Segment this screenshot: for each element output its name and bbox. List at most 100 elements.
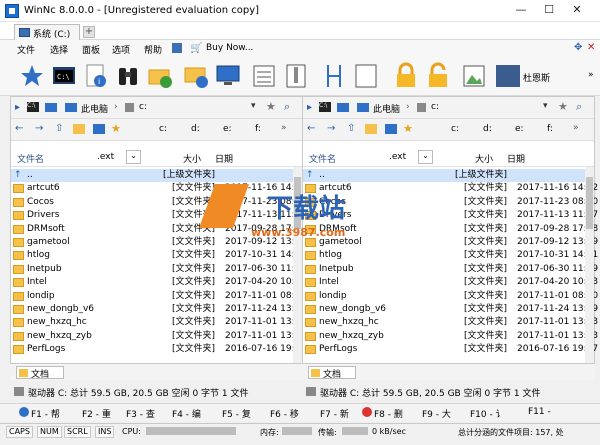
f6-button[interactable]: F6 - 移 <box>270 407 299 420</box>
right-search-icon[interactable]: ⌕ <box>576 100 582 114</box>
right-file-row[interactable]: new_hxzq_zyb [文文件夹] 2017-11-01 13:13 <box>303 330 598 343</box>
left-drive-f[interactable]: f: <box>255 124 261 134</box>
right-up-icon[interactable]: ⇧ <box>347 123 355 134</box>
close-panel-icon[interactable]: ✕ <box>587 42 595 53</box>
right-col-name[interactable]: 文件名 <box>309 152 336 165</box>
compare-icon[interactable] <box>250 62 278 90</box>
menu-file[interactable]: 文件 <box>17 43 35 56</box>
menu-select[interactable]: 选择 <box>50 43 68 56</box>
add-tab-button[interactable]: + <box>83 26 95 38</box>
left-scroll-thumb[interactable] <box>294 177 301 229</box>
split-vertical-icon[interactable] <box>320 62 348 90</box>
left-star-icon[interactable]: ★ <box>111 122 121 135</box>
left-dropdown-icon[interactable]: ▾ <box>251 101 256 111</box>
menu-buy-now[interactable]: Buy Now... <box>206 43 253 53</box>
left-scrollbar[interactable] <box>293 167 302 363</box>
right-path-pc[interactable]: 此电脑 <box>373 102 400 115</box>
left-ext-dropdown-icon[interactable]: ⌄ <box>126 150 141 164</box>
f8-button[interactable]: F8 - 删 <box>374 407 403 420</box>
close-button[interactable]: ✕ <box>566 2 588 18</box>
right-scrollbar[interactable] <box>585 167 594 363</box>
f3-button[interactable]: F3 - 查 <box>126 407 155 420</box>
right-drive-f[interactable]: f: <box>547 124 553 134</box>
right-star-icon[interactable]: ★ <box>403 122 413 135</box>
left-file-row[interactable]: Inetpub [文文件夹] 2017-06-30 11:19 <box>11 263 306 276</box>
f11-button[interactable]: F11 - <box>528 407 551 417</box>
right-file-row[interactable]: Intel [文文件夹] 2017-04-20 10:23 <box>303 276 598 289</box>
zip-icon[interactable] <box>282 62 310 90</box>
right-drive-c[interactable]: c: <box>451 124 459 134</box>
properties-icon[interactable]: i <box>82 62 110 90</box>
right-file-row[interactable]: PerfLogs [文文件夹] 2016-07-16 19:47 <box>303 343 598 356</box>
menu-panel[interactable]: 面板 <box>82 43 100 56</box>
right-more-icon[interactable]: » <box>573 123 579 133</box>
network-folder-icon[interactable] <box>182 62 210 90</box>
folder-sync-icon[interactable] <box>146 62 174 90</box>
maximize-button[interactable]: ☐ <box>538 2 560 18</box>
right-file-row[interactable]: Drivers [文文件夹] 2017-11-13 11:17 <box>303 209 598 222</box>
right-scroll-thumb[interactable] <box>586 177 593 229</box>
left-drive-d[interactable]: d: <box>191 124 200 134</box>
left-file-row[interactable]: Intel [文文件夹] 2017-04-20 10:23 <box>11 276 306 289</box>
left-file-row[interactable]: ↑.. [上级文件夹] <box>11 169 294 182</box>
help-icon[interactable] <box>172 43 182 53</box>
right-file-row[interactable]: htlog [文文件夹] 2017-10-31 14:11 <box>303 249 598 262</box>
right-nav-down-arrow-icon[interactable]: ▸ <box>307 102 312 113</box>
left-search-icon[interactable]: ⌕ <box>284 100 290 114</box>
user-icon[interactable] <box>494 62 522 90</box>
settings-icon[interactable]: ✥ <box>574 42 582 53</box>
left-file-row[interactable]: artcut6 [文文件夹] 2017-11-16 14:22 <box>11 182 306 195</box>
left-back-icon[interactable]: ← <box>15 123 23 134</box>
right-back-icon[interactable]: ← <box>307 123 315 134</box>
right-file-row[interactable]: Cocos [文文件夹] 2017-11-23 08:30 <box>303 196 598 209</box>
binoculars-icon[interactable] <box>114 62 142 90</box>
right-file-row[interactable]: gametool [文文件夹] 2017-09-12 13:59 <box>303 236 598 249</box>
left-col-size[interactable]: 大小 <box>183 152 201 165</box>
left-nav-down-arrow-icon[interactable]: ▸ <box>15 102 20 113</box>
left-col-name[interactable]: 文件名 <box>17 152 44 165</box>
right-file-row[interactable]: artcut6 [文文件夹] 2017-11-16 14:22 <box>303 182 598 195</box>
right-cmd-icon[interactable]: C:\ <box>319 102 331 112</box>
left-file-row[interactable]: Cocos [文文件夹] 2017-11-23 08:30 <box>11 196 306 209</box>
f5-button[interactable]: F5 - 复 <box>222 407 251 420</box>
right-view-icon[interactable] <box>385 124 397 134</box>
monitor-icon[interactable] <box>214 62 242 90</box>
right-forward-icon[interactable]: → <box>327 123 335 134</box>
toolbar-overflow-icon[interactable]: » <box>588 70 594 80</box>
right-drive-e[interactable]: e: <box>515 124 524 134</box>
left-file-row[interactable]: new_dongb_v6 [文文件夹] 2017-11-24 13:29 <box>11 303 306 316</box>
menu-options[interactable]: 选项 <box>112 43 130 56</box>
left-fs-tab[interactable]: 文档 <box>16 366 64 380</box>
right-ext-dropdown-icon[interactable]: ⌄ <box>418 150 433 164</box>
left-drive-c[interactable]: c: <box>159 124 167 134</box>
command-prompt-icon[interactable]: C:\ <box>50 62 78 90</box>
split-horizontal-icon[interactable] <box>352 62 380 90</box>
tab-system-c[interactable]: 系统 (C:) <box>14 24 80 40</box>
right-col-date[interactable]: 日期 <box>507 152 525 165</box>
right-fs-tab[interactable]: 文档 <box>308 366 356 380</box>
left-path-pc[interactable]: 此电脑 <box>81 102 108 115</box>
left-col-date[interactable]: 日期 <box>215 152 233 165</box>
left-drive-e[interactable]: e: <box>223 124 232 134</box>
right-drive-d[interactable]: d: <box>483 124 492 134</box>
right-col-size[interactable]: 大小 <box>475 152 493 165</box>
image-viewer-icon[interactable] <box>460 62 488 90</box>
menu-help[interactable]: 帮助 <box>144 43 162 56</box>
left-file-row[interactable]: new_hxzq_hc [文文件夹] 2017-11-01 13:13 <box>11 316 306 329</box>
cart-icon[interactable]: 🛒 <box>190 43 202 54</box>
right-dropdown-icon[interactable]: ▾ <box>543 101 548 111</box>
right-file-row[interactable]: londip [文文件夹] 2017-11-01 08:20 <box>303 290 598 303</box>
right-path-drive[interactable]: c: <box>431 102 439 112</box>
left-up-icon[interactable]: ⇧ <box>55 123 63 134</box>
left-folder-icon[interactable] <box>73 124 85 134</box>
right-file-row[interactable]: new_hxzq_hc [文文件夹] 2017-11-01 13:13 <box>303 316 598 329</box>
left-view-icon[interactable] <box>93 124 105 134</box>
left-file-row[interactable]: londip [文文件夹] 2017-11-01 08:20 <box>11 290 306 303</box>
left-file-row[interactable]: DRMsoft [文文件夹] 2017-09-28 17:58 <box>11 223 306 236</box>
f7-button[interactable]: F7 - 新 <box>320 407 349 420</box>
unlock-icon[interactable] <box>424 62 452 90</box>
left-favorite-star-icon[interactable]: ★ <box>266 100 276 113</box>
left-file-row[interactable]: htlog [文文件夹] 2017-10-31 14:11 <box>11 249 306 262</box>
left-forward-icon[interactable]: → <box>35 123 43 134</box>
f10-button[interactable]: F10 - 讠 <box>470 407 505 420</box>
